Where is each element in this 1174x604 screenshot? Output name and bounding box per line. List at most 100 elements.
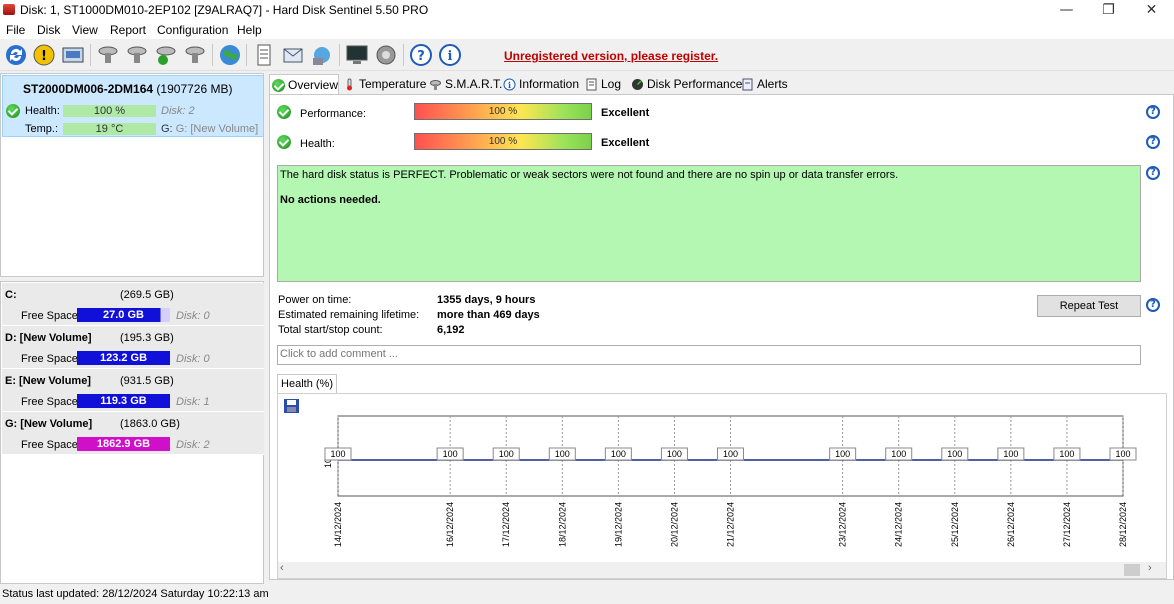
tab-label: Temperature xyxy=(359,77,427,91)
disk-ok-icon[interactable] xyxy=(153,42,179,68)
menu-report[interactable]: Report xyxy=(110,23,146,37)
free-space-bar: 27.0 GB xyxy=(77,308,170,322)
data-label: 100 xyxy=(723,449,738,459)
app-icon xyxy=(3,4,15,15)
info-icon[interactable]: i xyxy=(437,42,463,68)
toolbar-separator xyxy=(212,44,213,66)
tab-log[interactable]: Log xyxy=(583,74,621,94)
svg-text:i: i xyxy=(448,49,453,64)
scroll-thumb[interactable] xyxy=(1124,564,1140,576)
close-button[interactable]: ✕ xyxy=(1129,0,1174,21)
scroll-right-icon[interactable]: › xyxy=(1148,562,1152,574)
comment-input[interactable]: Click to add comment ... xyxy=(277,345,1141,365)
status-bar: Status last updated: 28/12/2024 Saturday… xyxy=(0,584,1174,600)
x-tick-label: 25/12/2024 xyxy=(950,502,960,547)
window-title: Disk: 1, ST1000DM010-2EP102 [Z9ALRAQ7] -… xyxy=(20,3,429,17)
scroll-left-icon[interactable]: ‹ xyxy=(280,562,284,574)
power-on-value: 1355 days, 9 hours xyxy=(437,294,536,306)
health-value: 100 % xyxy=(63,105,156,117)
toolbar-separator xyxy=(339,44,340,66)
tab-overview[interactable]: Overview xyxy=(269,74,339,95)
help-icon[interactable]: ? xyxy=(408,42,434,68)
menu-disk[interactable]: Disk xyxy=(37,23,60,37)
startstop-value: 6,192 xyxy=(437,324,465,336)
tab-label: Information xyxy=(519,77,580,91)
health-disk: Disk: 2 xyxy=(161,105,195,117)
maximize-button[interactable]: ❐ xyxy=(1086,0,1131,21)
data-label: 100 xyxy=(947,449,962,459)
tab-smart[interactable]: S.M.A.R.T. xyxy=(427,74,502,94)
toolbar-separator xyxy=(90,44,91,66)
volume-size: (195.3 GB) xyxy=(120,332,174,344)
send-report-icon[interactable] xyxy=(280,42,306,68)
x-tick-label: 14/12/2024 xyxy=(333,502,343,547)
tab-alerts[interactable]: Alerts xyxy=(739,74,788,94)
repeat-test-button[interactable]: Repeat Test xyxy=(1037,295,1141,317)
x-tick-label: 20/12/2024 xyxy=(669,502,679,547)
help-icon[interactable]: ? xyxy=(1146,166,1160,180)
refresh-icon[interactable] xyxy=(3,42,29,68)
help-icon[interactable]: ? xyxy=(1146,105,1160,119)
monitor-icon[interactable] xyxy=(344,42,370,68)
tab-label: S.M.A.R.T. xyxy=(445,77,503,91)
menu-view[interactable]: View xyxy=(72,23,98,37)
volume-item[interactable]: G: [New Volume] (1863.0 GB) Free Space 1… xyxy=(2,412,264,455)
tab-disk-performance[interactable]: Disk Performance xyxy=(629,74,742,94)
status-box: The hard disk status is PERFECT. Problem… xyxy=(277,165,1141,282)
health-label: Health: xyxy=(300,138,335,150)
svg-text:?: ? xyxy=(417,49,425,64)
chart-svg: 100 100 14/12/2024 100 16/12/2024 100 17/12/20… xyxy=(323,415,1137,547)
volume-name: D: [New Volume] xyxy=(5,332,92,344)
sound-icon[interactable] xyxy=(373,42,399,68)
menu-file[interactable]: File xyxy=(6,23,25,37)
data-label: 100 xyxy=(330,449,345,459)
actions-text: No actions needed. xyxy=(280,194,381,206)
disk-entry[interactable]: ST2000DM006-2DM164 (1907726 MB) Health: … xyxy=(2,75,264,137)
minimize-button[interactable]: — xyxy=(1044,0,1089,21)
report-icon[interactable] xyxy=(251,42,277,68)
disk-surface-icon[interactable] xyxy=(124,42,150,68)
disk-name: ST2000DM006-2DM164 (1907726 MB) xyxy=(23,82,233,96)
volume-item[interactable]: E: [New Volume] (931.5 GB) Free Space 11… xyxy=(2,369,264,412)
x-tick-label: 23/12/2024 xyxy=(838,502,848,547)
performance-icon xyxy=(632,79,643,90)
x-tick-label: 17/12/2024 xyxy=(501,502,511,547)
thermometer-icon xyxy=(347,78,352,91)
tab-health-percent[interactable]: Health (%) xyxy=(277,374,337,393)
tab-temperature[interactable]: Temperature xyxy=(341,74,426,94)
x-tick-label: 24/12/2024 xyxy=(894,502,904,547)
volume-item[interactable]: C: (269.5 GB) Free Space 27.0 GB Disk: 0 xyxy=(2,283,264,326)
network-icon[interactable] xyxy=(309,42,335,68)
volume-item[interactable]: D: [New Volume] (195.3 GB) Free Space 12… xyxy=(2,326,264,369)
startstop-label: Total start/stop count: xyxy=(278,324,383,336)
menu-help[interactable]: Help xyxy=(237,23,262,37)
data-label: 100 xyxy=(891,449,906,459)
register-link[interactable]: Unregistered version, please register. xyxy=(504,49,718,63)
help-icon[interactable]: ? xyxy=(1146,135,1160,149)
menu-configuration[interactable]: Configuration xyxy=(157,23,228,37)
horizontal-scrollbar[interactable]: ‹ › xyxy=(278,562,1166,578)
x-tick-label: 19/12/2024 xyxy=(613,502,623,547)
title-bar: Disk: 1, ST1000DM010-2EP102 [Z9ALRAQ7] -… xyxy=(0,0,1174,21)
volume-size: (931.5 GB) xyxy=(120,375,174,387)
volume-disk: Disk: 2 xyxy=(176,439,210,451)
volume-disk: Disk: 0 xyxy=(176,353,210,365)
tab-label: Alerts xyxy=(757,77,788,91)
disk-test-icon[interactable] xyxy=(95,42,121,68)
info-icon: i xyxy=(503,78,516,91)
data-label: 100 xyxy=(499,449,514,459)
data-label: 100 xyxy=(1003,449,1018,459)
drive-info-icon[interactable] xyxy=(60,42,86,68)
x-tick-label: 21/12/2024 xyxy=(726,502,736,547)
help-icon[interactable]: ? xyxy=(1146,298,1160,312)
tab-information[interactable]: i Information xyxy=(501,74,579,94)
volume-size: (269.5 GB) xyxy=(120,289,174,301)
health-ok-icon xyxy=(6,104,20,118)
svg-text:!: ! xyxy=(41,49,47,64)
disk-settings-icon[interactable] xyxy=(182,42,208,68)
volume-name: C: xyxy=(5,289,17,301)
lifetime-label: Estimated remaining lifetime: xyxy=(278,309,420,321)
globe-icon[interactable] xyxy=(217,42,243,68)
alert-icon[interactable]: ! xyxy=(31,42,57,68)
free-space-label: Free Space xyxy=(21,353,78,365)
